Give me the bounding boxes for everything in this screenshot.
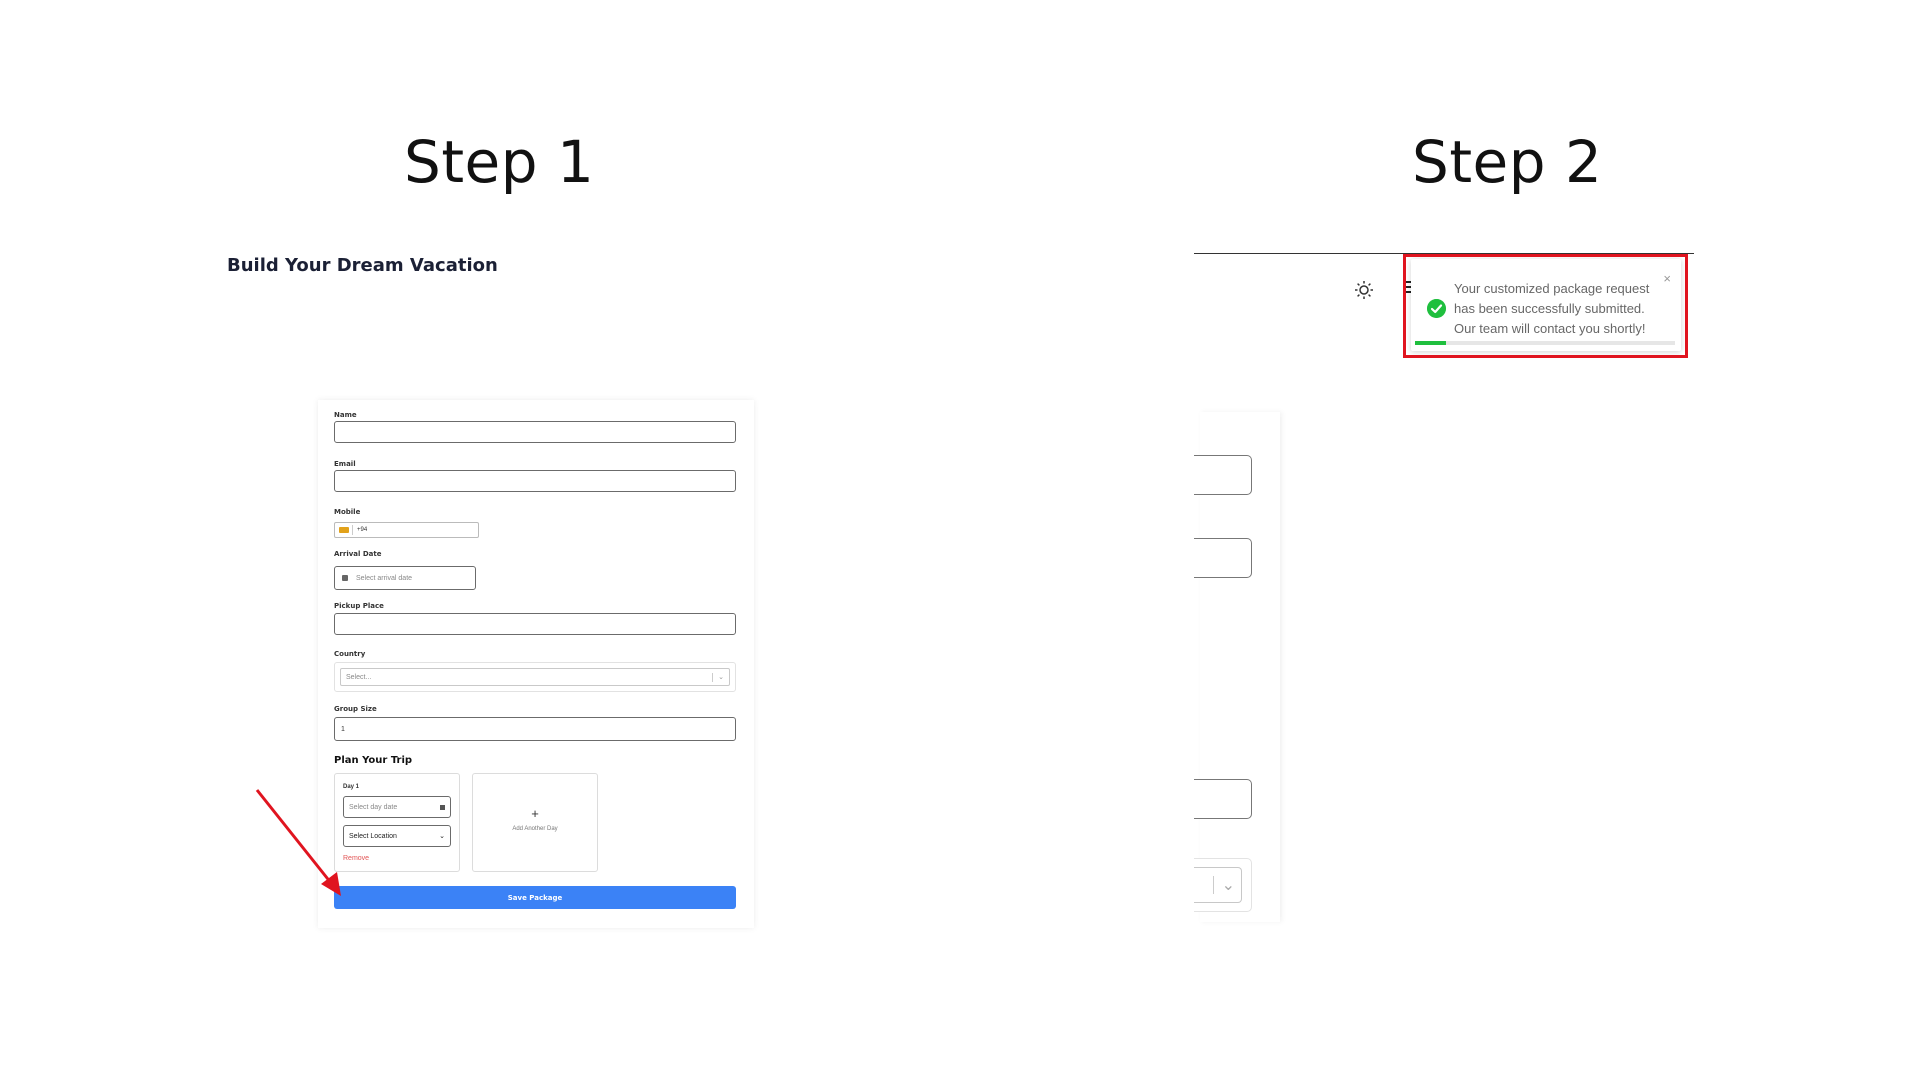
- day-label: Day 1: [343, 784, 360, 790]
- plus-icon: +: [531, 806, 539, 821]
- red-arrow-annotation: [255, 789, 341, 896]
- country-placeholder: Select...: [346, 673, 372, 681]
- chevron-down-icon: ⌄: [718, 674, 724, 681]
- email-input-partial[interactable]: [1194, 538, 1252, 578]
- sun-icon[interactable]: [1354, 280, 1374, 300]
- flag-divider: [352, 525, 353, 535]
- location-value: Select Location: [349, 832, 397, 840]
- add-day-label: Add Another Day: [512, 826, 558, 832]
- page-title: Build Your Dream Vacation: [227, 255, 498, 276]
- remove-day-link[interactable]: Remove: [343, 855, 369, 862]
- day-date-placeholder: Select day date: [349, 803, 398, 811]
- mobile-label: Mobile: [334, 508, 361, 516]
- save-package-button[interactable]: Save Package: [334, 886, 736, 909]
- calendar-icon: [440, 804, 445, 810]
- pickup-place-label: Pickup Place: [334, 602, 384, 610]
- country-select-partial[interactable]: ⌄: [1194, 858, 1252, 912]
- arrival-date-input[interactable]: Select arrival date: [334, 566, 476, 590]
- chevron-down-icon: ⌄: [439, 833, 445, 840]
- step2-title: Step 2: [1412, 128, 1603, 196]
- add-day-button[interactable]: + Add Another Day: [472, 773, 598, 872]
- dial-code: +94: [357, 527, 368, 533]
- name-label: Name: [334, 411, 357, 419]
- day-date-input[interactable]: Select day date: [343, 796, 451, 818]
- pickup-place-input[interactable]: [334, 613, 736, 635]
- pickup-input-partial[interactable]: [1194, 779, 1252, 819]
- calendar-icon: [342, 575, 348, 581]
- location-select[interactable]: Select Location ⌄: [343, 825, 451, 847]
- country-flag-icon[interactable]: [339, 527, 349, 533]
- group-size-input[interactable]: 1: [334, 717, 736, 741]
- name-input[interactable]: [334, 421, 736, 443]
- group-size-label: Group Size: [334, 705, 377, 713]
- email-input[interactable]: [334, 470, 736, 492]
- plan-trip-heading: Plan Your Trip: [334, 755, 413, 766]
- mobile-input[interactable]: +94: [334, 522, 479, 538]
- package-form: Name Email Mobile +94 Arrival Date Selec…: [318, 400, 754, 928]
- arrival-date-label: Arrival Date: [334, 550, 382, 558]
- red-highlight-box: [1403, 254, 1688, 358]
- name-input-partial[interactable]: [1194, 455, 1252, 495]
- country-select[interactable]: Select... ⌄: [334, 662, 736, 692]
- step1-title: Step 1: [404, 128, 595, 196]
- day-card: Day 1 Select day date Select Location ⌄ …: [334, 773, 460, 872]
- arrival-date-placeholder: Select arrival date: [356, 574, 413, 582]
- chevron-down-icon: ⌄: [1221, 877, 1235, 894]
- email-label: Email: [334, 460, 356, 468]
- country-label: Country: [334, 650, 366, 658]
